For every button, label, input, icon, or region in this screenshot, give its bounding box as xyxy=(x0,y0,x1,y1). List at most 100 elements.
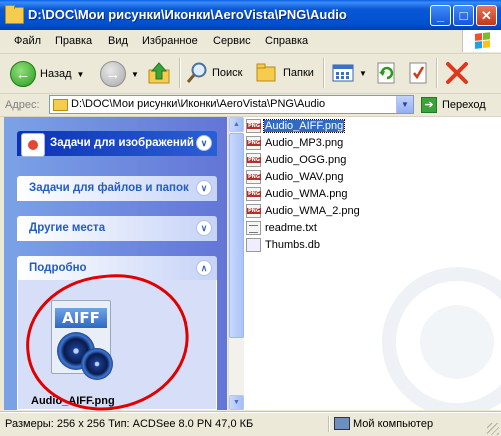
png-file-icon xyxy=(246,152,261,167)
menu-help[interactable]: Справка xyxy=(265,35,308,47)
file-item[interactable]: Audio_WAV.png xyxy=(246,168,344,185)
search-button[interactable]: Поиск xyxy=(186,61,242,85)
address-field[interactable]: D:\DOC\Мои рисунки\Иконки\AeroVista\PNG\… xyxy=(49,95,414,114)
properties-button[interactable] xyxy=(407,61,429,85)
folders-icon xyxy=(256,63,276,82)
go-label: Переход xyxy=(442,99,486,111)
menu-view[interactable]: Вид xyxy=(108,35,128,47)
delete-icon xyxy=(446,62,468,84)
menu-file[interactable]: Файл xyxy=(14,35,41,47)
png-file-icon xyxy=(246,169,261,184)
computer-icon xyxy=(334,417,350,430)
windows-flag-icon xyxy=(475,32,491,50)
file-name: Audio_WAV.png xyxy=(265,170,344,183)
png-file-icon xyxy=(246,135,261,150)
png-file-icon xyxy=(246,186,261,201)
file-name: Audio_OGG.png xyxy=(265,153,347,166)
title-bar[interactable]: D:\DOC\Мои рисунки\Иконки\AeroVista\PNG\… xyxy=(0,0,501,30)
file-name: Audio_WMA_2.png xyxy=(265,204,360,217)
file-name: Audio_WMA.png xyxy=(265,187,348,200)
close-button[interactable]: ✕ xyxy=(476,5,497,26)
chevron-up-icon[interactable]: ∧ xyxy=(196,260,212,276)
menu-bar: Файл Правка Вид Избранное Сервис Справка xyxy=(0,30,501,54)
menu-favorites[interactable]: Избранное xyxy=(142,35,198,47)
explorer-window: D:\DOC\Мои рисунки\Иконки\AeroVista\PNG\… xyxy=(0,0,501,436)
chevron-down-icon[interactable]: ▼ xyxy=(359,69,367,78)
address-dropdown-button[interactable]: ▼ xyxy=(396,96,413,113)
chevron-down-icon: ▼ xyxy=(401,100,409,109)
search-icon xyxy=(186,62,207,83)
file-item[interactable]: Audio_MP3.png xyxy=(246,134,344,151)
file-item[interactable]: Audio_WMA_2.png xyxy=(246,202,361,219)
png-file-icon xyxy=(246,118,261,133)
file-item[interactable]: Audio_AIFF.png xyxy=(246,117,346,134)
chevron-down-icon[interactable]: ▼ xyxy=(131,70,139,79)
chevron-down-icon[interactable]: ▼ xyxy=(77,70,85,79)
address-value: D:\DOC\Мои рисунки\Иконки\AeroVista\PNG\… xyxy=(71,98,326,110)
back-arrow-icon: ← xyxy=(10,61,36,87)
png-file-icon xyxy=(246,203,261,218)
details-title: Подробно xyxy=(29,262,87,274)
back-button[interactable]: ← Назад ▼ xyxy=(10,61,84,87)
file-item[interactable]: readme.txt xyxy=(246,219,318,236)
folder-icon xyxy=(5,5,24,24)
sync-icon xyxy=(377,62,395,84)
file-tasks-header[interactable]: Задачи для файлов и папок ∨ xyxy=(17,176,217,201)
file-name: Audio_MP3.png xyxy=(265,136,344,149)
status-divider xyxy=(328,416,330,432)
views-icon xyxy=(332,64,354,82)
go-button[interactable]: ➔ Переход xyxy=(421,97,486,113)
go-arrow-icon: ➔ xyxy=(421,97,437,113)
minimize-button[interactable]: _ xyxy=(430,5,451,26)
image-tasks-icon xyxy=(21,133,45,157)
text-file-icon xyxy=(246,220,261,235)
file-item[interactable]: Audio_OGG.png xyxy=(246,151,347,168)
forward-arrow-icon: → xyxy=(100,61,126,87)
chevron-down-icon[interactable]: ∨ xyxy=(196,135,212,151)
sync-button[interactable] xyxy=(375,61,397,85)
file-tasks-title: Задачи для файлов и папок xyxy=(29,182,189,194)
toolbar-separator xyxy=(436,58,438,88)
toolbar-separator xyxy=(323,58,325,88)
forward-button[interactable]: → ▼ xyxy=(100,61,139,87)
windows-logo xyxy=(462,30,501,52)
image-tasks-title: Задачи для изображений xyxy=(50,137,194,149)
other-places-header[interactable]: Другие места ∨ xyxy=(17,216,217,241)
file-name: Audio_AIFF.png xyxy=(262,118,346,133)
toolbar: ← Назад ▼ → ▼ Поиск Папки ▼ xyxy=(0,54,501,94)
up-folder-icon xyxy=(148,62,170,84)
image-tasks-header[interactable]: Задачи для изображений ∨ xyxy=(17,131,217,157)
file-list[interactable]: Audio_AIFF.png Audio_MP3.png Audio_OGG.p… xyxy=(244,117,501,410)
status-details: Размеры: 256 x 256 Тип: ACDSee 8.0 PN 47… xyxy=(5,418,254,430)
folders-label: Папки xyxy=(283,67,314,79)
views-button[interactable]: ▼ xyxy=(332,63,367,83)
search-label: Поиск xyxy=(212,67,243,79)
task-pane: Задачи для изображений ∨ Задачи для файл… xyxy=(4,117,227,419)
file-item[interactable]: Audio_WMA.png xyxy=(246,185,349,202)
delete-button[interactable] xyxy=(445,61,469,85)
file-item[interactable]: Thumbs.db xyxy=(246,236,321,253)
file-name: readme.txt xyxy=(265,221,317,234)
status-bar: Размеры: 256 x 256 Тип: ACDSee 8.0 PN 47… xyxy=(0,412,501,436)
toolbar-separator xyxy=(179,58,181,88)
menu-tools[interactable]: Сервис xyxy=(213,35,251,47)
address-bar: Адрес: D:\DOC\Мои рисунки\Иконки\AeroVis… xyxy=(0,94,501,117)
folder-icon xyxy=(53,99,68,111)
scroll-down-button[interactable]: ▼ xyxy=(229,395,244,410)
status-location: Мой компьютер xyxy=(353,418,434,430)
resize-grip[interactable] xyxy=(487,423,499,435)
up-folder-button[interactable] xyxy=(148,61,170,85)
address-label: Адрес: xyxy=(5,99,40,111)
database-file-icon xyxy=(246,237,261,252)
task-pane-scrollbar[interactable]: ▲ ▼ xyxy=(228,117,244,410)
folders-button[interactable]: Папки xyxy=(255,61,314,85)
maximize-button[interactable]: □ xyxy=(453,5,474,26)
chevron-down-icon[interactable]: ∨ xyxy=(196,180,212,196)
scroll-thumb[interactable] xyxy=(229,133,244,338)
menu-edit[interactable]: Правка xyxy=(55,35,92,47)
window-title: D:\DOC\Мои рисунки\Иконки\AeroVista\PNG\… xyxy=(28,7,347,22)
watermark-icon xyxy=(382,267,501,410)
file-name: Thumbs.db xyxy=(265,238,321,251)
scroll-up-button[interactable]: ▲ xyxy=(229,117,244,132)
chevron-down-icon[interactable]: ∨ xyxy=(196,220,212,236)
